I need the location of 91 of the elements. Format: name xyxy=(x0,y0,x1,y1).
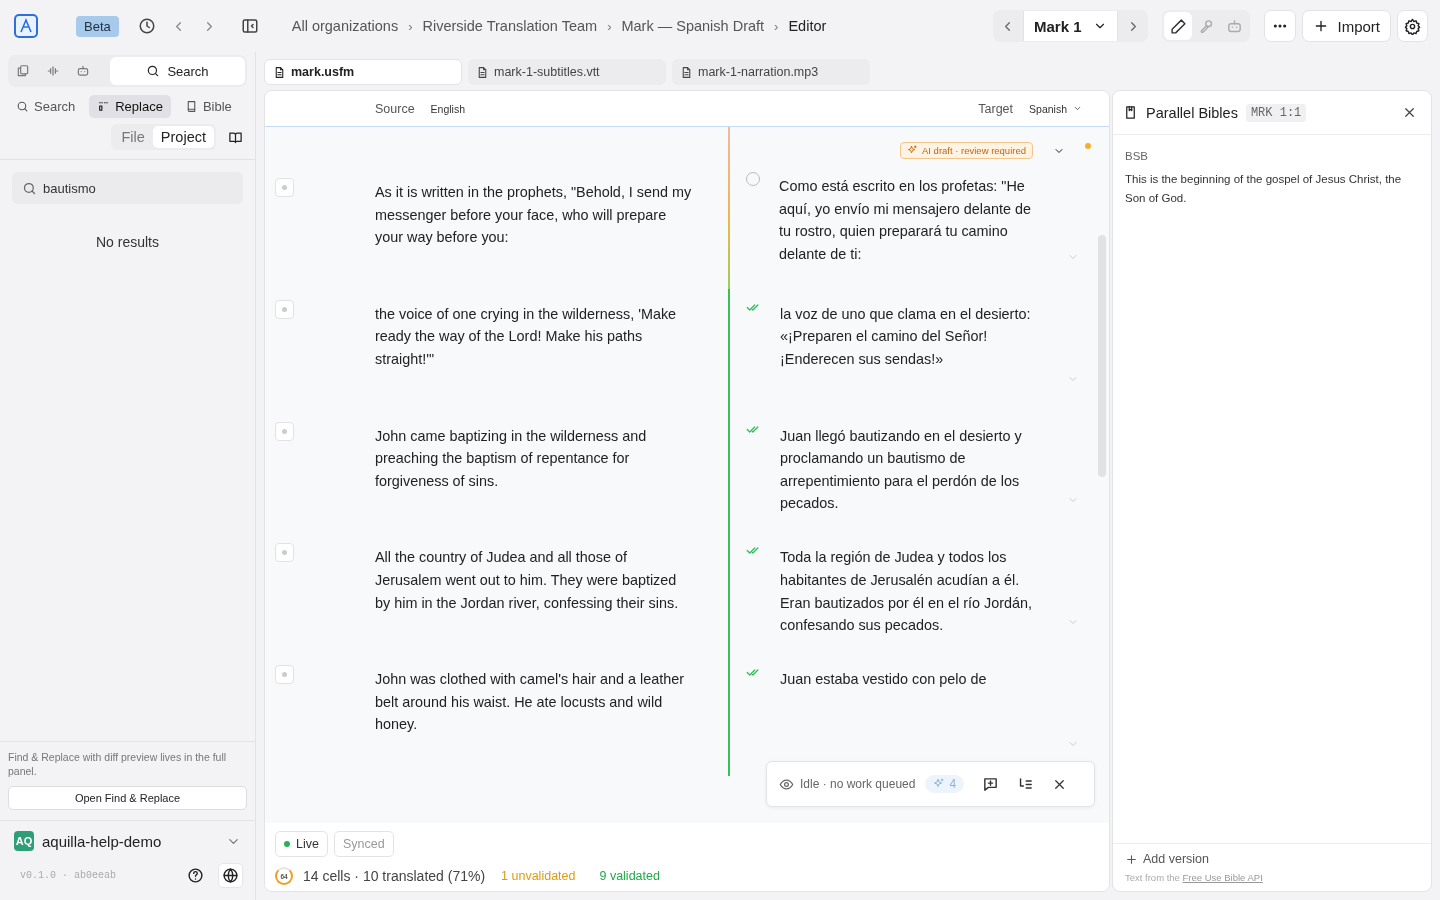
sparkle-icon xyxy=(933,778,946,790)
panel-tab[interactable]: Search xyxy=(8,95,84,118)
search-field[interactable]: bautismo xyxy=(12,172,243,204)
beta-badge: Beta xyxy=(76,15,119,37)
ai-draft-badge: AI draft · review required xyxy=(900,142,1033,159)
source-text: John was clothed with camel's hair and a leather belt around his waist. He ate locusts and wild honey. xyxy=(375,670,686,735)
hint-text: Find & Replace with diff preview lives in the full panel. xyxy=(8,750,228,778)
breadcrumb[interactable]: Mark — Spanish Draft xyxy=(621,18,765,34)
source-text: John came baptizing in the wilderness and preaching the baptism of repentance for forgiveness of sins. xyxy=(375,426,648,491)
version-text: v0.1.0 · ab0eeab xyxy=(20,870,117,881)
chapter-select[interactable]: Mark 1 xyxy=(1022,11,1119,41)
sidebar-toggle-icon[interactable] xyxy=(240,17,259,35)
source-text: All the country of Judea and all those of Jerusalem went out to him. They were baptized by him in the Jordan river, confessing their sins. xyxy=(375,548,680,613)
panel-tab[interactable]: Replace xyxy=(89,95,171,118)
target-text[interactable]: Juan estaba vestido con pelo de xyxy=(780,668,1045,691)
comment-plus-icon xyxy=(982,775,1000,793)
more-button[interactable] xyxy=(1264,10,1297,42)
document-icon xyxy=(476,65,489,79)
verse-reference: MRK 1:1 xyxy=(1245,103,1307,122)
cell-handle[interactable] xyxy=(275,421,294,441)
language-button[interactable] xyxy=(218,863,243,888)
search-icon xyxy=(22,181,37,196)
settings-button[interactable] xyxy=(1397,10,1428,42)
cell-handle[interactable] xyxy=(275,299,294,319)
breadcrumb[interactable]: All organizations xyxy=(291,18,399,34)
help-icon[interactable] xyxy=(187,867,204,884)
search-icon xyxy=(16,100,29,113)
target-text[interactable]: la voz de uno que clama en el desierto: «¡Preparen el camino del Señor! ¡Enderecen sus sendas!» xyxy=(780,302,1045,371)
add-comment-button[interactable] xyxy=(982,775,1000,793)
workspace-name: aquilla-help-demo xyxy=(42,832,162,850)
source-label: Source xyxy=(375,101,415,116)
breadcrumb[interactable]: Editor xyxy=(788,18,827,34)
waveform-icon xyxy=(46,64,60,78)
cell-handle[interactable] xyxy=(275,665,294,685)
cell-handle[interactable] xyxy=(275,543,294,563)
progress-summary: 14 cells · 10 translated (71%) xyxy=(303,868,486,884)
plus-icon xyxy=(1125,852,1138,866)
cell-handle[interactable] xyxy=(275,178,294,197)
workspace-avatar: AQ xyxy=(14,831,34,851)
robot-icon xyxy=(1226,17,1243,35)
source-text: As it is written in the prophets, "Behold, I send my messenger before your face, who will prepare your way before you: xyxy=(375,183,693,248)
robot-icon xyxy=(76,64,90,78)
workspace-switcher[interactable]: AQ aquilla-help-demo xyxy=(0,820,255,851)
empty-message: No results xyxy=(95,234,160,250)
file-tab[interactable]: mark-1-narration.mp3 xyxy=(672,59,870,85)
mode-tab[interactable] xyxy=(1164,12,1193,40)
replace-icon xyxy=(97,100,111,113)
open-find-replace-button[interactable]: Open Find & Replace xyxy=(8,786,247,810)
credit-text: Text from the Free Use Bible API xyxy=(1125,872,1264,883)
microphone-icon xyxy=(1198,17,1215,35)
sparkle-icon xyxy=(907,145,918,156)
breadcrumb-separator: › xyxy=(408,18,413,34)
unsaved-dot xyxy=(1085,142,1091,149)
sync-status: Synced xyxy=(333,831,394,857)
add-version-button[interactable]: Add version xyxy=(1125,852,1209,866)
breadcrumb-separator: › xyxy=(607,18,612,34)
chevron-down-icon xyxy=(1073,104,1082,113)
version-label: BSB xyxy=(1125,150,1149,162)
queue-count-badge: 4 xyxy=(925,775,965,793)
panel-title: Parallel Bibles xyxy=(1146,104,1238,121)
target-text[interactable]: Juan llegó bautizando en el desierto y proclamando un bautismo de arrepentimiento para el perdón de los pecados. xyxy=(780,424,1045,515)
copy-icon xyxy=(16,64,30,78)
search-icon xyxy=(146,64,161,78)
target-text[interactable]: Como está escrito en los profetas: "He aquí, yo envío mi mensajero delante de tu rostro, quien preparará tu camino delante de ti: xyxy=(779,175,1044,266)
breadcrumb-separator: › xyxy=(774,18,779,34)
verse-text: This is the beginning of the gospel of Jesus Christ, the Son of God. xyxy=(1125,172,1403,206)
file-tab[interactable]: mark.usfm xyxy=(264,59,462,85)
eye-icon xyxy=(779,776,794,792)
document-icon xyxy=(680,65,693,79)
bookmark-icon xyxy=(1123,105,1138,120)
queue-status: Idle · no work queued xyxy=(800,777,916,791)
breadcrumb[interactable]: Riverside Translation Team xyxy=(422,18,598,34)
live-status: Live xyxy=(275,831,328,857)
globe-icon xyxy=(222,867,239,884)
target-text[interactable]: Toda la región de Judea y todos los habitantes de Jerusalén acudían a él. Eran bautizados por él en el río Jordán, confesando sus pecados. xyxy=(780,546,1045,637)
history-icon[interactable] xyxy=(137,17,156,35)
settings-icon xyxy=(1404,17,1421,35)
close-button[interactable] xyxy=(1402,105,1417,120)
panel-tab[interactable]: Bible xyxy=(176,95,240,118)
import-button[interactable]: Import xyxy=(1302,10,1391,42)
app-logo[interactable] xyxy=(14,14,38,38)
search-button[interactable]: Search xyxy=(110,57,245,85)
scope-option[interactable]: File xyxy=(113,126,153,148)
target-label: Target xyxy=(978,101,1014,116)
pencil-icon xyxy=(1170,17,1187,35)
close-icon xyxy=(1402,105,1417,120)
file-tab[interactable]: mark-1-subtitles.vtt xyxy=(468,59,666,85)
source-text: the voice of one crying in the wilderness, 'Make ready the way of the Lord! Make his paths straight!'" xyxy=(375,304,678,369)
document-icon xyxy=(273,65,286,79)
scope-option[interactable]: Project xyxy=(152,126,214,148)
book-icon[interactable] xyxy=(228,129,243,145)
